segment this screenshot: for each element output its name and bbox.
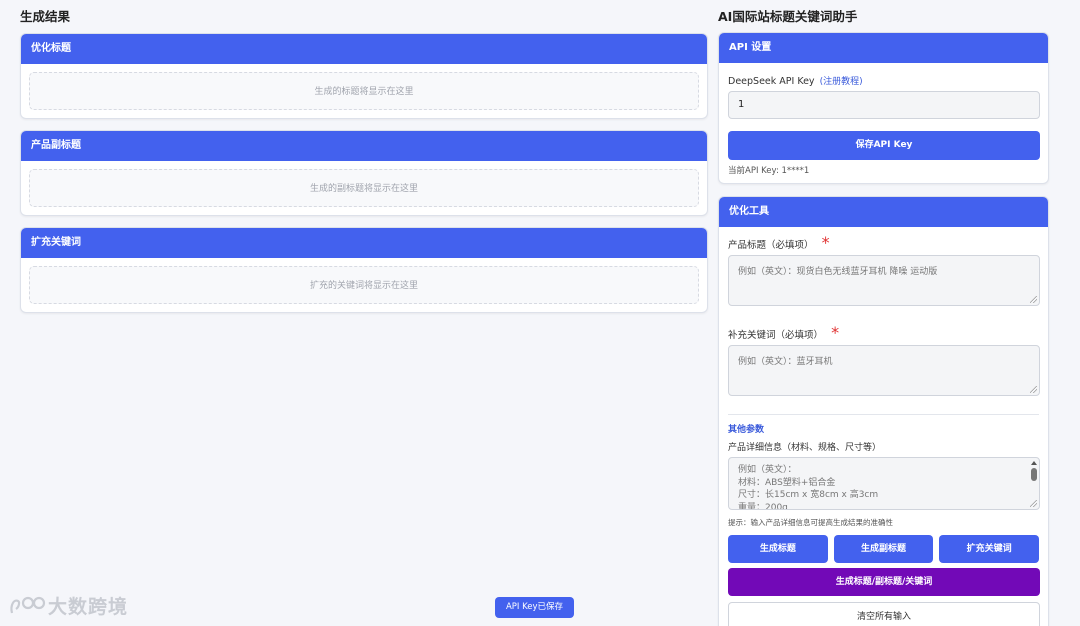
optimization-tools-card: 优化工具 产品标题（必填项） * 例如（英文）：现货白色无线蓝牙耳机 降噪 运动… xyxy=(718,196,1049,626)
scrollbar[interactable] xyxy=(1031,461,1037,505)
required-mark: * xyxy=(821,233,830,252)
tutorial-link[interactable]: (注册教程) xyxy=(820,77,863,87)
clear-all-button[interactable]: 清空所有输入 xyxy=(728,602,1040,626)
keywords-textarea[interactable]: 例如（英文）：蓝牙耳机 xyxy=(728,345,1040,396)
watermark: 大数跨境 xyxy=(8,592,128,619)
details-line: 材料：ABS塑料+铝合金 xyxy=(738,477,836,488)
api-key-saved-toast: API Key已保存 xyxy=(495,597,574,618)
product-title-textarea[interactable]: 例如（英文）：现货白色无线蓝牙耳机 降噪 运动版 xyxy=(728,255,1040,306)
product-title-label: 产品标题（必填项） xyxy=(728,240,814,251)
details-line: 尺寸：长15cm x 宽8cm x 高3cm xyxy=(738,490,879,500)
optimized-title-output[interactable]: 生成的标题将显示在这里 xyxy=(29,72,699,110)
details-hint: 提示：输入产品详细信息可提高生成结果的准确性 xyxy=(728,518,893,527)
watermark-text: 大数跨境 xyxy=(48,596,129,618)
generate-title-button[interactable]: 生成标题 xyxy=(728,535,828,563)
watermark-logo-icon xyxy=(10,596,46,613)
resize-handle-icon[interactable] xyxy=(1030,386,1037,393)
optimized-title-header: 优化标题 xyxy=(21,34,707,64)
keywords-label: 补充关键词（必填项） xyxy=(728,330,824,341)
generate-subtitle-button[interactable]: 生成副标题 xyxy=(833,535,934,563)
details-label: 产品详细信息（材料、规格、尺寸等） xyxy=(728,443,882,453)
optimization-tools-header: 优化工具 xyxy=(719,197,1048,227)
results-title: 生成结果 xyxy=(20,9,71,24)
results-column: 生成结果 优化标题 生成的标题将显示在这里 产品副标题 生成的副标题将显示在这里… xyxy=(20,8,708,313)
details-textarea[interactable]: 例如（英文）： 材料：ABS塑料+铝合金 尺寸：长15cm x 宽8cm x 高… xyxy=(728,457,1040,510)
product-title-placeholder: 例如（英文）：现货白色无线蓝牙耳机 降噪 运动版 xyxy=(738,267,938,277)
optimized-title-card: 优化标题 生成的标题将显示在这里 xyxy=(20,33,708,119)
resize-handle-icon[interactable] xyxy=(1030,296,1037,303)
details-line: 重量：200g xyxy=(738,502,788,510)
keywords-header: 扩充关键词 xyxy=(21,228,707,258)
keywords-card: 扩充关键词 扩充的关键词将显示在这里 xyxy=(20,227,708,313)
scroll-up-icon[interactable] xyxy=(1031,461,1037,465)
keywords-output[interactable]: 扩充的关键词将显示在这里 xyxy=(29,266,699,304)
api-key-input[interactable]: 1 xyxy=(728,91,1040,119)
subtitle-header: 产品副标题 xyxy=(21,131,707,161)
resize-handle-icon[interactable] xyxy=(1030,500,1037,507)
subtitle-output[interactable]: 生成的副标题将显示在这里 xyxy=(29,169,699,207)
other-params-heading: 其他参数 xyxy=(728,425,765,435)
api-key-label: DeepSeek API Key xyxy=(728,76,815,87)
generate-all-button[interactable]: 生成标题/副标题/关键词 xyxy=(728,568,1040,596)
app-title: AI国际站标题关键词助手 xyxy=(718,9,858,24)
keywords-placeholder: 例如（英文）：蓝牙耳机 xyxy=(738,357,833,367)
divider xyxy=(728,414,1039,415)
assistant-column: AI国际站标题关键词助手 API 设置 DeepSeek API Key (注册… xyxy=(718,8,1049,626)
required-mark: * xyxy=(831,323,840,342)
subtitle-card: 产品副标题 生成的副标题将显示在这里 xyxy=(20,130,708,216)
scrollbar-thumb[interactable] xyxy=(1031,468,1037,481)
details-line: 例如（英文）： xyxy=(738,465,797,475)
api-settings-card: API 设置 DeepSeek API Key (注册教程) 1 保存API K… xyxy=(718,32,1049,184)
api-settings-header: API 设置 xyxy=(719,33,1048,63)
current-api-key-text: 当前API Key: 1****1 xyxy=(728,166,810,176)
expand-keywords-button[interactable]: 扩充关键词 xyxy=(939,535,1040,563)
save-api-key-button[interactable]: 保存API Key xyxy=(728,131,1040,160)
